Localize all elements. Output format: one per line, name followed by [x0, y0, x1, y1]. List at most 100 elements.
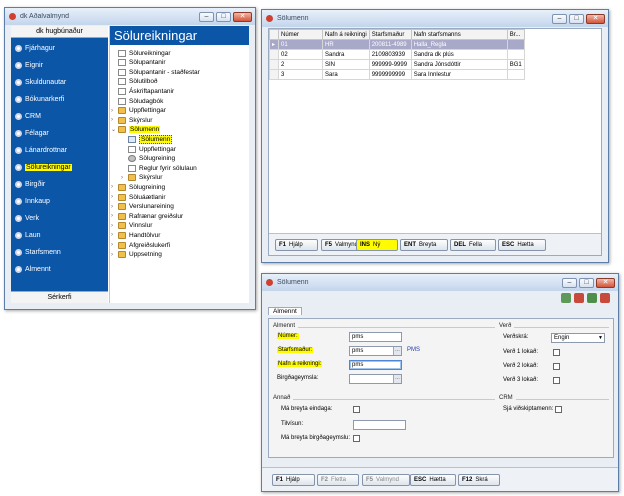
minimize-button[interactable]: –: [199, 11, 214, 22]
tree-item[interactable]: Sölutilboð: [118, 77, 158, 87]
tree-item[interactable]: Sölureikningar: [118, 48, 171, 58]
tree-item[interactable]: Afgreiðslukerfi: [118, 240, 170, 250]
save-button[interactable]: F12 Skrá: [458, 474, 500, 486]
reference-field[interactable]: [353, 420, 406, 430]
sidebar-item[interactable]: Eignir: [15, 59, 43, 71]
chevron-right-icon[interactable]: ›: [111, 223, 117, 229]
salesman-form-titlebar[interactable]: Sölumenn – □ ✕: [262, 274, 618, 291]
sidebar-item[interactable]: Sölureikningar: [15, 161, 72, 173]
delete-button[interactable]: DEL Fella: [450, 239, 496, 251]
tree-item[interactable]: Áskriftapantanir: [118, 86, 174, 96]
chevron-right-icon[interactable]: ›: [111, 184, 117, 190]
tree-item[interactable]: Vinnslur: [118, 221, 152, 231]
column-header-number[interactable]: Númer: [278, 29, 323, 40]
chevron-right-icon[interactable]: ›: [111, 117, 117, 123]
edit-warehouse-checkbox[interactable]: [353, 435, 360, 442]
chevron-right-icon[interactable]: ›: [121, 175, 127, 181]
edit-button[interactable]: ENT Breyta: [400, 239, 448, 251]
tree-item[interactable]: Sölupantanir: [118, 58, 166, 68]
minimize-button[interactable]: –: [562, 277, 577, 288]
chevron-right-icon[interactable]: ›: [111, 108, 117, 114]
cancel-record-icon[interactable]: [600, 293, 610, 303]
save-record-icon[interactable]: [561, 293, 571, 303]
sidebar-item[interactable]: Bókunarkerfi: [15, 93, 64, 105]
tree-item[interactable]: Söludagbók: [118, 96, 163, 106]
chevron-right-icon[interactable]: ›: [111, 213, 117, 219]
price-list-select[interactable]: Engin ▼: [551, 333, 605, 343]
employee-lookup-button[interactable]: …: [393, 347, 401, 355]
sidebar-item[interactable]: Starfsmenn: [15, 246, 61, 258]
column-header-invoice-name[interactable]: Nafn á reikningi: [322, 29, 370, 40]
tree-item[interactable]: Uppflettingar: [128, 144, 176, 154]
maximize-button[interactable]: □: [216, 11, 231, 22]
delete-record-icon[interactable]: [574, 293, 584, 303]
tree-item[interactable]: Rafrænar greiðslur: [118, 211, 183, 221]
employee-field[interactable]: pms…: [349, 346, 402, 356]
column-header-employee-name[interactable]: Nafn starfsmanns: [410, 29, 508, 40]
tree-item[interactable]: Uppsetning: [118, 250, 162, 260]
sidebar-item[interactable]: Birgðir: [15, 178, 45, 190]
tab-general[interactable]: Almennt: [268, 307, 302, 315]
edit-due-date-checkbox[interactable]: [353, 406, 360, 413]
maximize-button[interactable]: □: [569, 13, 584, 24]
tree-item[interactable]: Uppflettingar: [118, 106, 166, 116]
chevron-right-icon[interactable]: ›: [111, 242, 117, 248]
chevron-right-icon[interactable]: ›: [111, 232, 117, 238]
table-row[interactable]: 02 Sandra 2109803939 Sandra dk plús: [269, 49, 525, 60]
close-button[interactable]: ✕: [586, 13, 605, 24]
invoice-name-field[interactable]: pms: [349, 360, 402, 370]
price2-locked-checkbox[interactable]: [553, 363, 560, 370]
tree-item[interactable]: Skýrslur: [118, 115, 152, 125]
browse-button[interactable]: F2 Fletta: [317, 474, 359, 486]
tree-item[interactable]: Sölumenn: [128, 134, 173, 144]
main-menu-titlebar[interactable]: dk Aðalvalmynd – □ ✕: [5, 8, 255, 25]
help-button[interactable]: F1 Hjálp: [275, 239, 318, 251]
tree-item[interactable]: Skýrslur: [128, 173, 162, 183]
tree-item[interactable]: Handtölvur: [118, 230, 160, 240]
table-row[interactable]: 3 Sara 9999999999 Sara Innlestur: [269, 69, 525, 80]
chevron-right-icon[interactable]: ›: [111, 252, 117, 258]
sidebar-item[interactable]: Innkaup: [15, 195, 50, 207]
chevron-right-icon[interactable]: ›: [111, 194, 117, 200]
sidebar-item[interactable]: Lánardrottnar: [15, 144, 67, 156]
price1-locked-checkbox[interactable]: [553, 349, 560, 356]
salesmen-list-titlebar[interactable]: Sölumenn – □ ✕: [262, 10, 608, 27]
maximize-button[interactable]: □: [579, 277, 594, 288]
quit-button[interactable]: ESC Hætta: [498, 239, 546, 251]
chevron-down-icon[interactable]: ⌄: [111, 127, 117, 133]
minimize-button[interactable]: –: [552, 13, 567, 24]
tree-item[interactable]: Verslunareining: [118, 202, 174, 212]
tree-item[interactable]: Sölugreining: [118, 182, 165, 192]
warehouse-lookup-button[interactable]: …: [393, 375, 401, 383]
column-header-employee[interactable]: Starfsmaður: [368, 29, 412, 40]
tree-item[interactable]: Sölumenn: [118, 125, 161, 135]
attach-icon[interactable]: [587, 293, 597, 303]
close-button[interactable]: ✕: [596, 277, 615, 288]
tree-item[interactable]: Söluáætlanir: [118, 192, 166, 202]
tree-item[interactable]: Sölugreining: [128, 154, 175, 164]
sidebar-item[interactable]: CRM: [15, 110, 41, 122]
sidebar-item[interactable]: Félagar: [15, 127, 49, 139]
new-button[interactable]: INS Ný: [356, 239, 398, 251]
column-header-warehouse[interactable]: Br...: [506, 29, 525, 40]
sidebar-item[interactable]: Almennt: [15, 263, 51, 275]
menu-button[interactable]: F5 Valmynd: [362, 474, 410, 486]
warehouse-field[interactable]: …: [349, 374, 402, 384]
number-field[interactable]: pms: [349, 332, 402, 342]
tree-item[interactable]: Sölupantanir - staðfestar: [118, 67, 200, 77]
sidebar-item[interactable]: Fjárhagur: [15, 42, 55, 54]
sidebar-item[interactable]: Verk: [15, 212, 39, 224]
sidebar-item[interactable]: Laun: [15, 229, 41, 241]
employee-name: PMS: [407, 347, 421, 353]
sidebar-item[interactable]: Skuldunautar: [15, 76, 66, 88]
chevron-right-icon[interactable]: ›: [111, 204, 117, 210]
tree-item[interactable]: Reglur fyrir sölulaun: [128, 163, 197, 173]
close-button[interactable]: ✕: [233, 11, 252, 22]
price3-locked-checkbox[interactable]: [553, 377, 560, 384]
table-row[interactable]: 2 SIN 999999-9999 Sandra Jónsdóttir BG1: [269, 59, 525, 70]
special-systems-button[interactable]: Sérkerfi: [11, 291, 108, 303]
quit-button[interactable]: ESC Hætta: [410, 474, 456, 486]
help-button[interactable]: F1 Hjálp: [272, 474, 315, 486]
see-customers-checkbox[interactable]: [555, 406, 562, 413]
table-row[interactable]: ▸ 01 HR 200811-4989 Halla_Regla: [269, 39, 525, 50]
